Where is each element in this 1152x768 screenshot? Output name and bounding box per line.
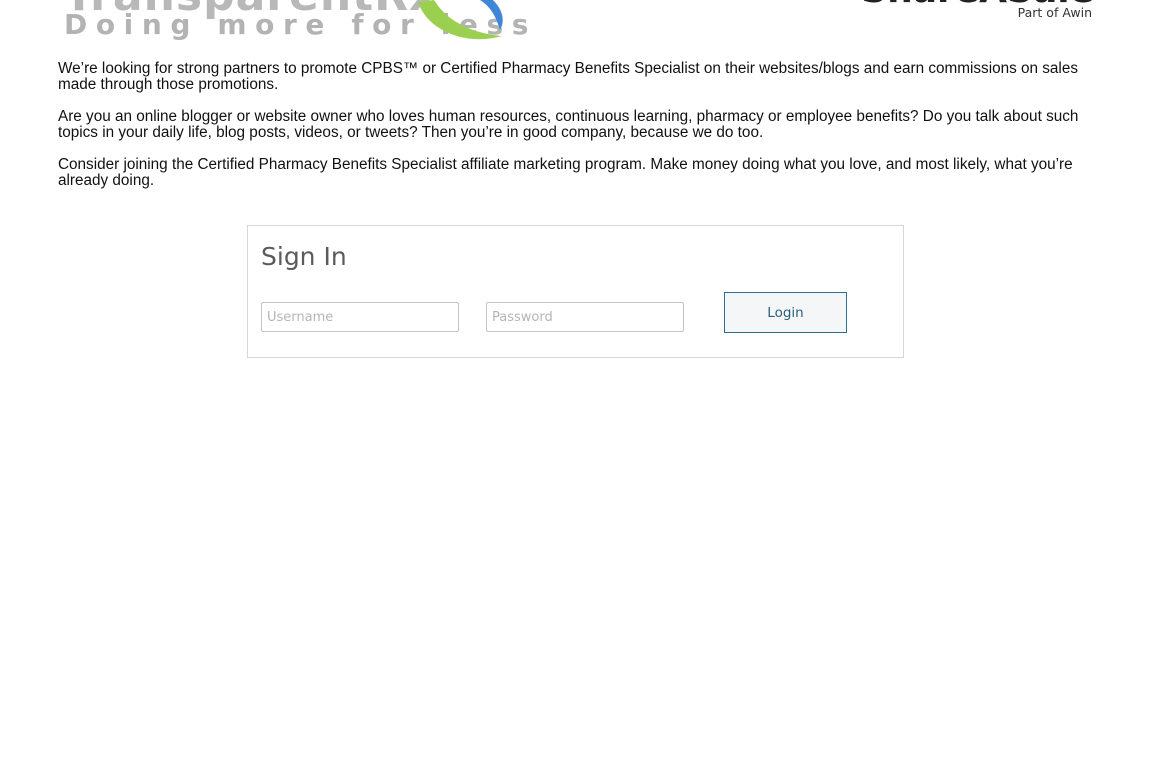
username-input[interactable]: [261, 302, 459, 332]
brand-logo[interactable]: TransparentRx Doing more for less: [60, 0, 528, 48]
login-button[interactable]: Login: [724, 292, 847, 333]
header: TransparentRx Doing more for less ShareA…: [0, 0, 1152, 48]
partner-logo[interactable]: ShareASale Part of Awin: [861, 0, 1094, 22]
signin-title: Sign In: [261, 242, 347, 271]
intro-paragraph: We’re looking for strong partners to pro…: [58, 60, 1078, 93]
intro-text: We’re looking for strong partners to pro…: [58, 61, 1088, 205]
password-input[interactable]: [486, 302, 684, 332]
intro-paragraph: Are you an online blogger or website own…: [58, 108, 1079, 141]
signin-panel: Sign In Login: [247, 225, 904, 358]
page: TransparentRx Doing more for less ShareA…: [0, 0, 1152, 768]
partner-subtitle: Part of Awin: [1017, 5, 1092, 20]
intro-paragraph: Consider joining the Certified Pharmacy …: [58, 156, 1073, 189]
swoosh-logo-icon: [418, 0, 503, 40]
